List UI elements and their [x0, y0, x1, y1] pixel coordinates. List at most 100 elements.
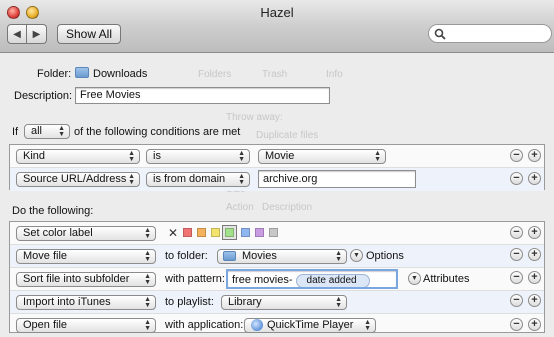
ghost-item: Duplicate files [256, 130, 319, 141]
popup-arrows-icon: ▲ ▼ [374, 150, 381, 163]
description-label: Description: [14, 90, 73, 102]
popup-arrows-icon: ▲ ▼ [144, 250, 151, 263]
match-mode-popup[interactable]: all ▲ ▼ [24, 124, 70, 139]
conditions-list: Kind ▲ ▼ is ▲ ▼ Movie ▲ ▼ − + Source URL/Ad… [9, 144, 545, 191]
action-row: Import into iTunes ▲ ▼ to playlist: Libra… [10, 291, 544, 314]
popup-arrows-icon: ▲ ▼ [335, 296, 342, 309]
forward-button[interactable]: ▶ [27, 24, 47, 44]
condition-operator-popup[interactable]: is from domain ▲ ▼ [146, 172, 250, 187]
options-label[interactable]: Options [366, 250, 404, 262]
color-swatch-blue[interactable] [241, 228, 250, 237]
options-disclosure-icon[interactable]: ▼ [350, 249, 363, 262]
add-action-button[interactable]: + [528, 226, 541, 239]
add-condition-button[interactable]: + [528, 149, 541, 162]
popup-arrows-icon: ▲ ▼ [364, 319, 371, 332]
remove-action-button[interactable]: − [510, 271, 523, 284]
popup-arrows-icon: ▲ ▼ [58, 125, 65, 138]
chevron-right-icon: ▶ [32, 28, 41, 40]
action-label: to folder: [165, 250, 208, 262]
popup-arrows-icon: ▲ ▼ [144, 296, 151, 309]
condition-operator-popup[interactable]: is ▲ ▼ [146, 149, 250, 164]
condition-row: Source URL/Address ▲ ▼ is from domain ▲ ▼ … [10, 168, 544, 191]
remove-action-button[interactable]: − [510, 248, 523, 261]
condition-value-field[interactable]: archive.org [258, 170, 416, 188]
no-color-icon[interactable]: ✕ [168, 226, 178, 240]
color-swatch-orange[interactable] [197, 228, 206, 237]
ghost-item: Throw away: [226, 112, 283, 123]
title-bar: Hazel ◀ ▶ Show All [0, 0, 554, 53]
color-swatch-red[interactable] [183, 228, 192, 237]
actions-list: Set color label ▲ ▼ ✕ − + Move file ▲ ▼ to… [9, 221, 545, 333]
action-row: Move file ▲ ▼ to folder: Movies ▲ ▼ ▼ Opti… [10, 245, 544, 268]
action-type-value: Move file [23, 250, 68, 262]
pattern-field[interactable]: free movies-date added [226, 269, 398, 289]
folder-label: Folder: [37, 68, 72, 80]
condition-value: Movie [265, 150, 295, 162]
remove-action-button[interactable]: − [510, 318, 523, 331]
action-type-value: Set color label [23, 227, 93, 239]
add-action-button[interactable]: + [528, 294, 541, 307]
do-following-label: Do the following: [12, 205, 94, 217]
match-mode-value: all [31, 125, 43, 137]
ghost-item: Action [226, 202, 254, 213]
popup-arrows-icon: ▲ ▼ [128, 150, 135, 163]
folder-icon [223, 251, 236, 261]
popup-arrows-icon: ▲ ▼ [238, 173, 245, 186]
action-row: Sort file into subfolder ▲ ▼ with pattern… [10, 268, 544, 291]
action-type-popup[interactable]: Open file ▲ ▼ [16, 318, 156, 333]
destination-folder-popup[interactable]: Movies ▲ ▼ [217, 249, 347, 264]
add-action-button[interactable]: + [528, 318, 541, 331]
popup-arrows-icon: ▲ ▼ [144, 319, 151, 332]
color-swatch-gray[interactable] [269, 228, 278, 237]
if-label: If [12, 126, 19, 138]
description-field[interactable]: Free Movies [75, 87, 330, 104]
remove-action-button[interactable]: − [510, 226, 523, 239]
popup-arrows-icon: ▲ ▼ [144, 227, 151, 240]
add-action-button[interactable]: + [528, 271, 541, 284]
back-button[interactable]: ◀ [7, 24, 27, 44]
condition-row: Kind ▲ ▼ is ▲ ▼ Movie ▲ ▼ − + [10, 145, 544, 168]
action-type-value: Open file [23, 319, 68, 331]
color-swatch-purple[interactable] [255, 228, 264, 237]
folder-icon [75, 67, 89, 78]
playlist-popup[interactable]: Library ▲ ▼ [221, 295, 347, 310]
action-label: with pattern: [165, 273, 225, 285]
action-type-popup[interactable]: Set color label ▲ ▼ [16, 226, 156, 241]
remove-condition-button[interactable]: − [510, 149, 523, 162]
action-type-popup[interactable]: Sort file into subfolder ▲ ▼ [16, 272, 156, 287]
attributes-disclosure-icon[interactable]: ▼ [408, 272, 421, 285]
popup-arrows-icon: ▲ ▼ [238, 150, 245, 163]
pattern-text: free movies- [232, 274, 293, 286]
condition-operator-value: is from domain [153, 173, 226, 185]
condition-attribute-popup[interactable]: Kind ▲ ▼ [16, 149, 140, 164]
attributes-label[interactable]: Attributes [423, 273, 469, 285]
condition-attribute-popup[interactable]: Source URL/Address ▲ ▼ [16, 172, 140, 187]
condition-attribute-value: Kind [23, 150, 46, 162]
action-type-popup[interactable]: Move file ▲ ▼ [16, 249, 156, 264]
ghost-tab-info: Info [326, 69, 343, 80]
application-popup[interactable]: QuickTime Player ▲ ▼ [244, 318, 376, 333]
ghost-item: Description [262, 202, 313, 213]
popup-arrows-icon: ▲ ▼ [128, 173, 135, 186]
action-label: with application: [165, 319, 244, 331]
color-swatch-yellow[interactable] [211, 228, 220, 237]
add-condition-button[interactable]: + [528, 172, 541, 185]
action-row: Set color label ▲ ▼ ✕ − + [10, 222, 544, 245]
popup-arrows-icon: ▲ ▼ [335, 250, 342, 263]
playlist-value: Library [228, 296, 262, 308]
search-input[interactable] [428, 24, 552, 43]
action-type-popup[interactable]: Import into iTunes ▲ ▼ [16, 295, 156, 310]
popup-arrows-icon: ▲ ▼ [144, 273, 151, 286]
add-action-button[interactable]: + [528, 248, 541, 261]
show-all-button[interactable]: Show All [57, 24, 121, 44]
remove-condition-button[interactable]: − [510, 172, 523, 185]
search-icon [434, 28, 446, 40]
remove-action-button[interactable]: − [510, 294, 523, 307]
action-row: Open file ▲ ▼ with application: QuickTime… [10, 314, 544, 337]
ghost-tab-folders: Folders [198, 69, 232, 80]
condition-attribute-value: Source URL/Address [23, 173, 127, 185]
condition-value-popup[interactable]: Movie ▲ ▼ [258, 149, 386, 164]
color-swatch-green[interactable] [225, 228, 234, 237]
action-type-value: Import into iTunes [23, 296, 111, 308]
pattern-token[interactable]: date added [295, 274, 370, 287]
